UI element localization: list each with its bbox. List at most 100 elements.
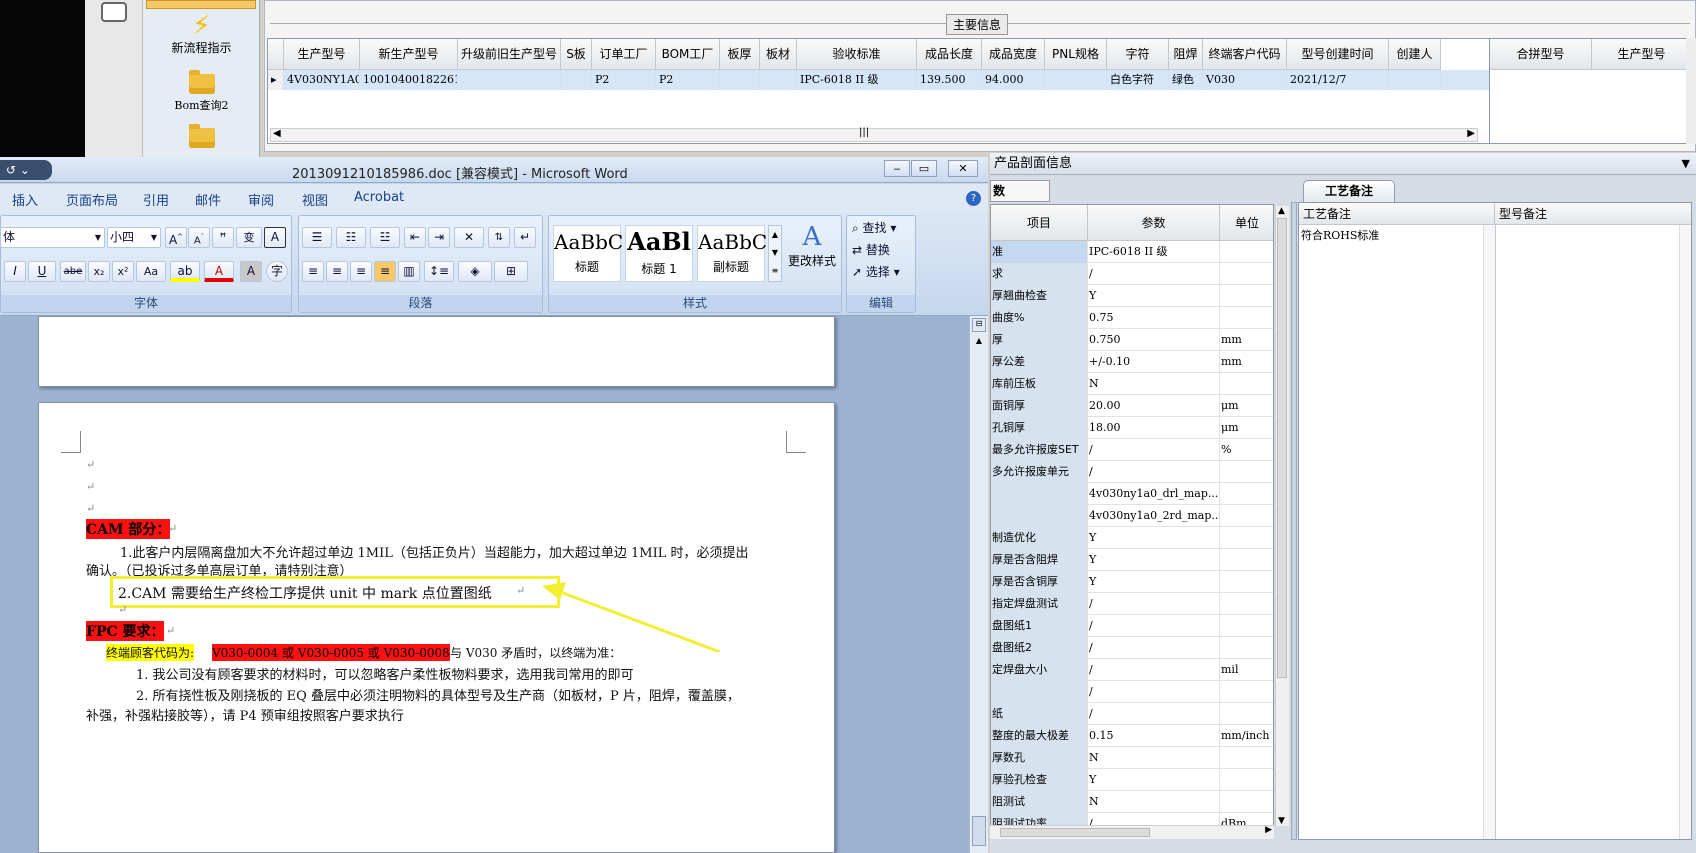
column-header[interactable]: PNL规格: [1045, 39, 1107, 70]
font-color-icon[interactable]: A: [204, 261, 234, 282]
params-row[interactable]: 厚数孔 N: [991, 747, 1273, 769]
chinese-layout-icon[interactable]: ✕: [454, 227, 484, 248]
show-marks-icon[interactable]: ↵: [514, 227, 536, 248]
nav-item-3[interactable]: [143, 124, 260, 151]
params-cell[interactable]: 整度的最大极差: [991, 725, 1088, 747]
params-cell[interactable]: [1220, 527, 1273, 549]
sort-icon[interactable]: ⇅: [488, 227, 510, 248]
params-cell[interactable]: 0.750: [1088, 329, 1220, 351]
nav-item-bom-query[interactable]: Bom查询2: [143, 70, 260, 113]
params-cell[interactable]: [1220, 791, 1273, 813]
right-edge-scroll[interactable]: [1686, 38, 1696, 144]
grid-cell[interactable]: 4V030NY1A0: [284, 70, 360, 90]
params-cell[interactable]: 厚是否含铜厚: [991, 571, 1088, 593]
params-cell[interactable]: /: [1088, 263, 1220, 285]
params-row[interactable]: 盘图纸1/: [991, 615, 1273, 637]
params-cell[interactable]: 制造优化: [991, 527, 1088, 549]
params-cell[interactable]: /: [1088, 461, 1220, 483]
scroll-up-icon[interactable]: ▲: [1278, 206, 1285, 216]
params-cell[interactable]: [1220, 769, 1273, 791]
params-cell[interactable]: 盘图纸2: [991, 637, 1088, 659]
align-center-icon[interactable]: ≡: [326, 261, 348, 282]
line-spacing-icon[interactable]: ↕≡: [424, 261, 454, 282]
params-cell[interactable]: IPC-6018 II 级: [1088, 241, 1220, 263]
params-cell[interactable]: [991, 483, 1088, 505]
params-cell[interactable]: 定焊盘大小: [991, 659, 1088, 681]
params-cell[interactable]: 4v030ny1a0_2rd_map...: [1088, 505, 1220, 527]
grid-horizontal-scrollbar[interactable]: ◀ ||| ▶: [270, 127, 1478, 142]
scroll-thumb-grip[interactable]: |||: [859, 127, 869, 138]
params-column-header[interactable]: 项目: [991, 205, 1088, 241]
params-cell[interactable]: 4v030ny1a0_drl_map...: [1088, 483, 1220, 505]
strikethrough-icon[interactable]: abe: [60, 261, 86, 282]
fpc-item-1[interactable]: 1. 我公司没有顾客要求的材料时，可以忽略客户柔性板物料要求，选用我司常用的即可: [136, 664, 634, 683]
params-row[interactable]: 准 IPC-6018 II 级: [991, 241, 1273, 263]
grid-cell[interactable]: [760, 70, 797, 90]
params-cell[interactable]: 纸: [991, 703, 1088, 725]
align-left-icon[interactable]: ≡: [302, 261, 324, 282]
chevron-down-icon[interactable]: ▼: [1682, 153, 1690, 175]
character-shading-icon[interactable]: A: [240, 261, 262, 282]
align-right-icon[interactable]: ≡: [350, 261, 372, 282]
params-cell[interactable]: 面铜厚: [991, 395, 1088, 417]
fpc-heading[interactable]: FPC 要求：: [86, 621, 165, 641]
column-header[interactable]: 型号创建时间: [1287, 39, 1389, 70]
find-button[interactable]: ⌕ 查找 ▾: [852, 219, 896, 236]
params-cell[interactable]: [1220, 241, 1273, 263]
grid-cell[interactable]: P2: [592, 70, 656, 90]
params-cell[interactable]: 孔铜厚: [991, 417, 1088, 439]
subscript-icon[interactable]: x₂: [88, 261, 110, 282]
params-row[interactable]: 厚验孔检查 Y: [991, 769, 1273, 791]
params-row[interactable]: 制造优化 Y: [991, 527, 1273, 549]
scroll-right-icon[interactable]: ▶: [1265, 825, 1272, 835]
select-button[interactable]: ➚ 选择 ▾: [852, 263, 900, 280]
grid-cell[interactable]: P2: [656, 70, 720, 90]
params-cell[interactable]: [1220, 307, 1273, 329]
column-header[interactable]: 字符: [1107, 39, 1169, 70]
terminal-code-values[interactable]: V030-0004 或 V030-0005 或 V030-0008: [212, 644, 450, 661]
params-cell[interactable]: μm: [1220, 417, 1273, 439]
params-column-header[interactable]: 单位: [1220, 205, 1273, 241]
params-cell[interactable]: [1220, 637, 1273, 659]
style-heading-1[interactable]: AaBl 标题 1: [625, 225, 693, 282]
params-cell[interactable]: [1220, 263, 1273, 285]
params-cell[interactable]: [1220, 615, 1273, 637]
tool-icon[interactable]: [101, 2, 127, 22]
grid-cell[interactable]: 94.000: [982, 70, 1045, 90]
column-header[interactable]: 合拼型号: [1490, 39, 1592, 70]
params-cell[interactable]: N: [1088, 747, 1220, 769]
column-header[interactable]: 升级前旧生产型号: [458, 39, 561, 70]
params-row[interactable]: 盘图纸2/: [991, 637, 1273, 659]
grid-cell[interactable]: [720, 70, 760, 90]
fpc-item-2-cont[interactable]: 补强，补强粘接胶等），请 P4 预审组按照客户要求执行: [86, 705, 404, 724]
params-cell[interactable]: [1220, 681, 1273, 703]
styles-scroll[interactable]: ▲ ▼ ≡: [768, 225, 782, 282]
distribute-icon[interactable]: ▥: [398, 261, 420, 282]
document-vertical-scrollbar[interactable]: ⊟ ▲: [969, 316, 988, 853]
params-row[interactable]: 面铜厚 20.00 μm: [991, 395, 1273, 417]
params-row[interactable]: 最多允许报废SET /%: [991, 439, 1273, 461]
memo-tab[interactable]: 工艺备注: [1303, 180, 1395, 202]
params-row[interactable]: 库前压板 N: [991, 373, 1273, 395]
scroll-thumb[interactable]: [1000, 828, 1150, 837]
column-header[interactable]: 创建人: [1389, 39, 1441, 70]
params-row[interactable]: 厚翘曲检查 Y: [991, 285, 1273, 307]
params-cell[interactable]: 厚公差: [991, 351, 1088, 373]
scroll-up-icon[interactable]: ▲: [972, 336, 986, 348]
params-cell[interactable]: [1220, 461, 1273, 483]
change-styles-button[interactable]: A 更改样式: [786, 222, 838, 292]
cam-item-1[interactable]: 1.此客户内层隔离盘加大不允许超过单边 1MIL（包括正负片）当超能力，加大超过…: [120, 542, 749, 561]
column-header[interactable]: S板: [561, 39, 592, 70]
column-header[interactable]: BOM工厂: [656, 39, 720, 70]
params-cell[interactable]: /: [1088, 615, 1220, 637]
params-cell[interactable]: [1220, 285, 1273, 307]
column-header[interactable]: 验收标准: [797, 39, 917, 70]
memo-scrollbar[interactable]: [1483, 225, 1495, 839]
params-cell[interactable]: 指定焊盘测试: [991, 593, 1088, 615]
params-cell[interactable]: [1220, 505, 1273, 527]
params-row[interactable]: 厚是否含阻焊 Y: [991, 549, 1273, 571]
params-cell[interactable]: 厚验孔检查: [991, 769, 1088, 791]
params-cell[interactable]: 0.75: [1088, 307, 1220, 329]
grid-cell[interactable]: 139.500: [917, 70, 982, 90]
decrease-indent-icon[interactable]: ⇤: [404, 227, 426, 248]
